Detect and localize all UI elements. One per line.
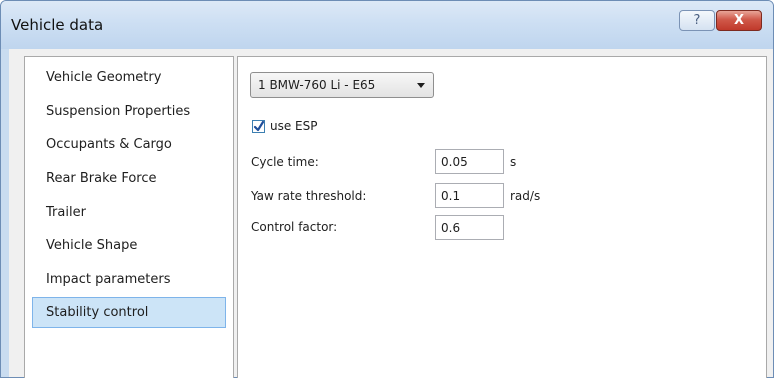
yaw-rate-threshold-label: Yaw rate threshold:	[251, 189, 367, 203]
sidebar-item-trailer[interactable]: Trailer	[32, 197, 226, 228]
use-esp-checkbox[interactable]	[252, 120, 265, 133]
sidebar-item-suspension-properties[interactable]: Suspension Properties	[32, 96, 226, 127]
chevron-down-icon	[417, 83, 425, 88]
title-bar: Vehicle data ? X	[1, 1, 773, 49]
sidebar-item-vehicle-geometry[interactable]: Vehicle Geometry	[32, 62, 226, 93]
vehicle-select-value: 1 BMW-760 Li - E65	[258, 78, 376, 92]
yaw-rate-threshold-unit: rad/s	[510, 189, 541, 203]
sidebar-item-occupants-cargo[interactable]: Occupants & Cargo	[32, 129, 226, 160]
yaw-rate-threshold-input[interactable]	[435, 183, 504, 208]
control-factor-input[interactable]	[435, 215, 504, 240]
help-button[interactable]: ?	[679, 10, 715, 31]
cycle-time-label: Cycle time:	[251, 155, 319, 169]
category-list: Vehicle Geometry Suspension Properties O…	[24, 56, 234, 378]
control-factor-label: Control factor:	[251, 220, 338, 234]
vehicle-select[interactable]: 1 BMW-760 Li - E65	[250, 72, 434, 98]
sidebar-item-stability-control[interactable]: Stability control	[32, 297, 226, 328]
sidebar-item-vehicle-shape[interactable]: Vehicle Shape	[32, 230, 226, 261]
checkmark-icon	[253, 120, 265, 132]
window-title: Vehicle data	[11, 16, 104, 34]
help-icon: ?	[693, 13, 701, 28]
close-button[interactable]: X	[716, 10, 762, 31]
close-icon: X	[733, 13, 745, 28]
cycle-time-input[interactable]	[435, 149, 504, 174]
use-esp-label: use ESP	[270, 119, 318, 133]
sidebar-item-impact-parameters[interactable]: Impact parameters	[32, 264, 226, 295]
cycle-time-unit: s	[510, 155, 517, 169]
sidebar-item-rear-brake-force[interactable]: Rear Brake Force	[32, 163, 226, 194]
